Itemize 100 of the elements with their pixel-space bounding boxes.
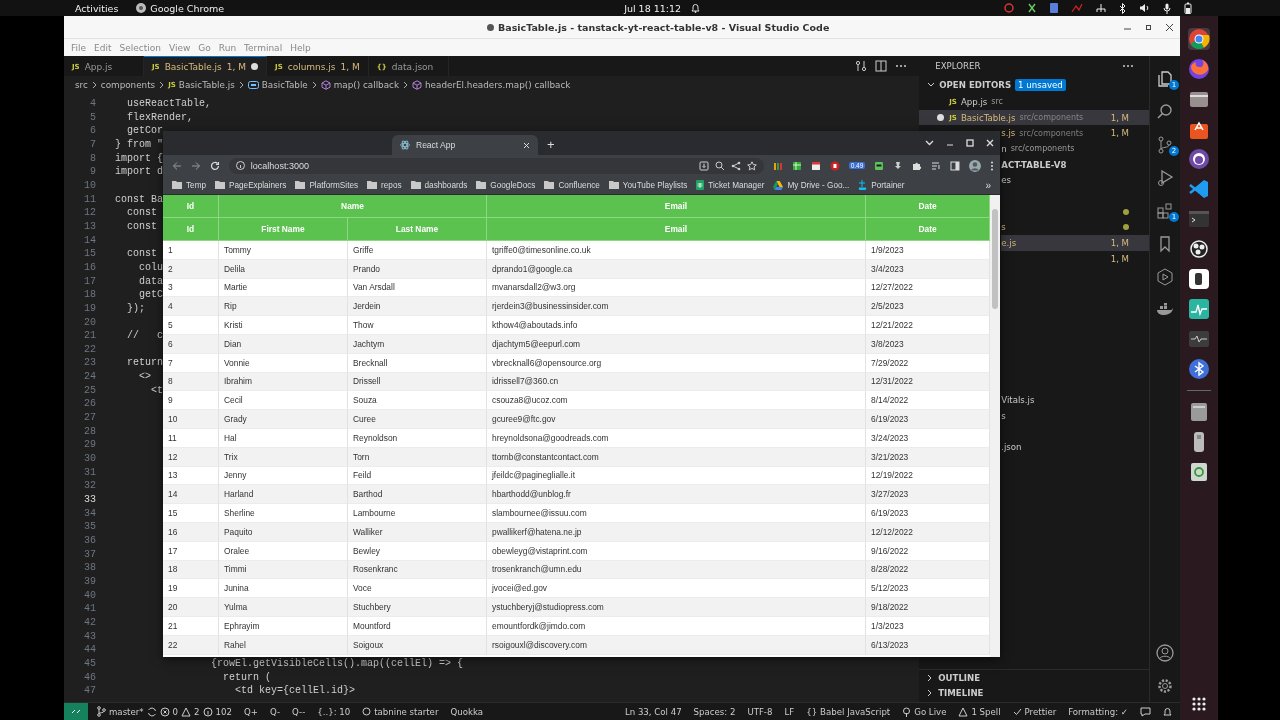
monitor-icon[interactable]: [1188, 328, 1210, 350]
search-icon[interactable]: [1156, 102, 1174, 121]
file-row[interactable]: s: [1001, 407, 1150, 424]
status-item[interactable]: Q+: [243, 706, 258, 717]
file-row[interactable]: .json: [1001, 439, 1150, 455]
info-count[interactable]: 102: [215, 706, 232, 717]
face-square-icon[interactable]: [874, 160, 885, 171]
puzzle-icon[interactable]: [912, 160, 923, 171]
star-icon[interactable]: [746, 160, 757, 171]
bookmark[interactable]: dashboards: [410, 180, 468, 190]
info-icon[interactable]: [235, 161, 245, 170]
install-icon[interactable]: [698, 160, 709, 171]
scrollbar[interactable]: [990, 195, 1000, 657]
menu-item[interactable]: Edit: [90, 42, 116, 53]
bookmark[interactable]: GoogleDocs: [476, 180, 536, 190]
chevron-right-icon[interactable]: [927, 673, 934, 682]
status-item[interactable]: {..}: 10: [317, 706, 351, 717]
settings-icon[interactable]: [1156, 676, 1174, 695]
maximize-icon[interactable]: [1144, 22, 1153, 32]
breadcrumb[interactable]: headerEl.headers.map() callback: [425, 80, 571, 90]
file-row[interactable]: s: [1001, 219, 1150, 236]
status-item[interactable]: Formatting: ✓: [1068, 706, 1128, 717]
bookmark[interactable]: Portainer: [858, 180, 905, 190]
chevron-down-icon[interactable]: [925, 140, 934, 146]
branch-name[interactable]: master*: [109, 706, 144, 717]
grid-icon[interactable]: [791, 160, 802, 171]
scissors-icon[interactable]: [1027, 3, 1037, 13]
more-bookmarks-button[interactable]: »: [985, 179, 991, 191]
address-bar[interactable]: localhost:3000: [228, 157, 764, 174]
maximize-icon[interactable]: [966, 139, 974, 147]
bar-chart-icon[interactable]: [772, 160, 783, 171]
browser-icon[interactable]: [1188, 28, 1210, 50]
ring-icon[interactable]: [1188, 238, 1210, 260]
file-row[interactable]: 1, M: [1001, 250, 1150, 267]
stop-icon[interactable]: [829, 160, 840, 171]
status-item[interactable]: Go Live: [914, 706, 947, 717]
menu-item[interactable]: Run: [214, 42, 241, 53]
split-editor-icon[interactable]: [875, 60, 888, 72]
bookmark[interactable]: My Drive - Goo...: [773, 180, 850, 190]
refresh-icon[interactable]: [1004, 3, 1014, 13]
sync-icon[interactable]: [146, 706, 157, 717]
file-row[interactable]: Vitals.js: [1001, 392, 1150, 408]
bookmark[interactable]: Ticket Manager: [696, 180, 765, 190]
bookmark[interactable]: Confluence: [544, 180, 600, 190]
clock[interactable]: Jul 18 11:12: [624, 2, 682, 14]
microphone-icon[interactable]: [1163, 2, 1171, 14]
reload-icon[interactable]: [209, 160, 220, 171]
play-hexagon-icon[interactable]: [1156, 267, 1174, 286]
app-icon[interactable]: [1188, 268, 1210, 290]
file-row[interactable]: s.js src/components 1, M: [1001, 125, 1150, 142]
status-item[interactable]: tabnine starter: [374, 706, 439, 717]
menu-item[interactable]: View: [165, 42, 195, 53]
run-debug-icon[interactable]: [1156, 168, 1174, 187]
bookmark[interactable]: Temp: [172, 180, 207, 190]
account-icon[interactable]: [1156, 643, 1174, 662]
bookmark[interactable]: YouTube Playlists: [608, 180, 688, 190]
breadcrumb[interactable]: components: [100, 80, 156, 90]
more-icon[interactable]: [1122, 64, 1135, 68]
section-header[interactable]: TIMELINE: [938, 687, 984, 698]
status-item[interactable]: 1 Spell: [971, 706, 1001, 717]
section-header[interactable]: ACT-TABLE-V8: [1001, 156, 1150, 173]
app-name[interactable]: Google Chrome: [150, 2, 225, 14]
warning-count[interactable]: 2: [194, 706, 200, 717]
apps-grid-icon[interactable]: [1191, 696, 1207, 712]
section-header[interactable]: OUTLINE: [938, 672, 981, 683]
file-row[interactable]: n src/components: [1001, 141, 1150, 157]
whale-icon[interactable]: [1156, 302, 1174, 317]
calendar-icon[interactable]: [810, 160, 821, 171]
graph-icon[interactable]: [1188, 298, 1210, 320]
feedback-icon[interactable]: [1140, 706, 1151, 717]
new-tab-button[interactable]: +: [544, 135, 558, 155]
status-item[interactable]: Q-: [269, 706, 281, 717]
battery-icon[interactable]: [1184, 2, 1192, 14]
indentation[interactable]: Spaces: 2: [693, 706, 736, 717]
avatar[interactable]: [969, 159, 982, 172]
volume-icon[interactable]: [1139, 3, 1150, 13]
chevron-right-icon[interactable]: [927, 688, 934, 697]
status-item[interactable]: Q--: [292, 706, 306, 717]
zoom-icon[interactable]: [714, 160, 725, 171]
share-icon[interactable]: [730, 160, 741, 171]
browser-icon[interactable]: [1188, 58, 1210, 80]
line-ending[interactable]: LF: [784, 706, 795, 717]
menu-item[interactable]: Terminal: [240, 42, 287, 53]
bookmark[interactable]: repos: [367, 180, 402, 190]
files-icon[interactable]: [1156, 69, 1174, 88]
browser-tab[interactable]: React App: [392, 135, 538, 155]
error-count[interactable]: 0: [172, 706, 179, 717]
compare-icon[interactable]: [855, 60, 868, 72]
close-icon[interactable]: [1165, 22, 1174, 32]
source-control-icon[interactable]: [1156, 135, 1174, 154]
language-mode[interactable]: Babel JavaScript: [820, 706, 891, 717]
bluetooth-icon[interactable]: [1119, 2, 1126, 14]
trash-icon[interactable]: [1188, 461, 1210, 483]
menu-item[interactable]: Go: [194, 42, 215, 53]
section-header[interactable]: OPEN EDITORS: [939, 80, 1012, 90]
side-panel-icon[interactable]: [950, 160, 961, 171]
encoding[interactable]: UTF-8: [747, 706, 773, 717]
bookmark[interactable]: PageExplainers: [215, 180, 287, 190]
activities-button[interactable]: Activities: [75, 2, 119, 14]
status-item[interactable]: Quokka: [450, 706, 483, 717]
